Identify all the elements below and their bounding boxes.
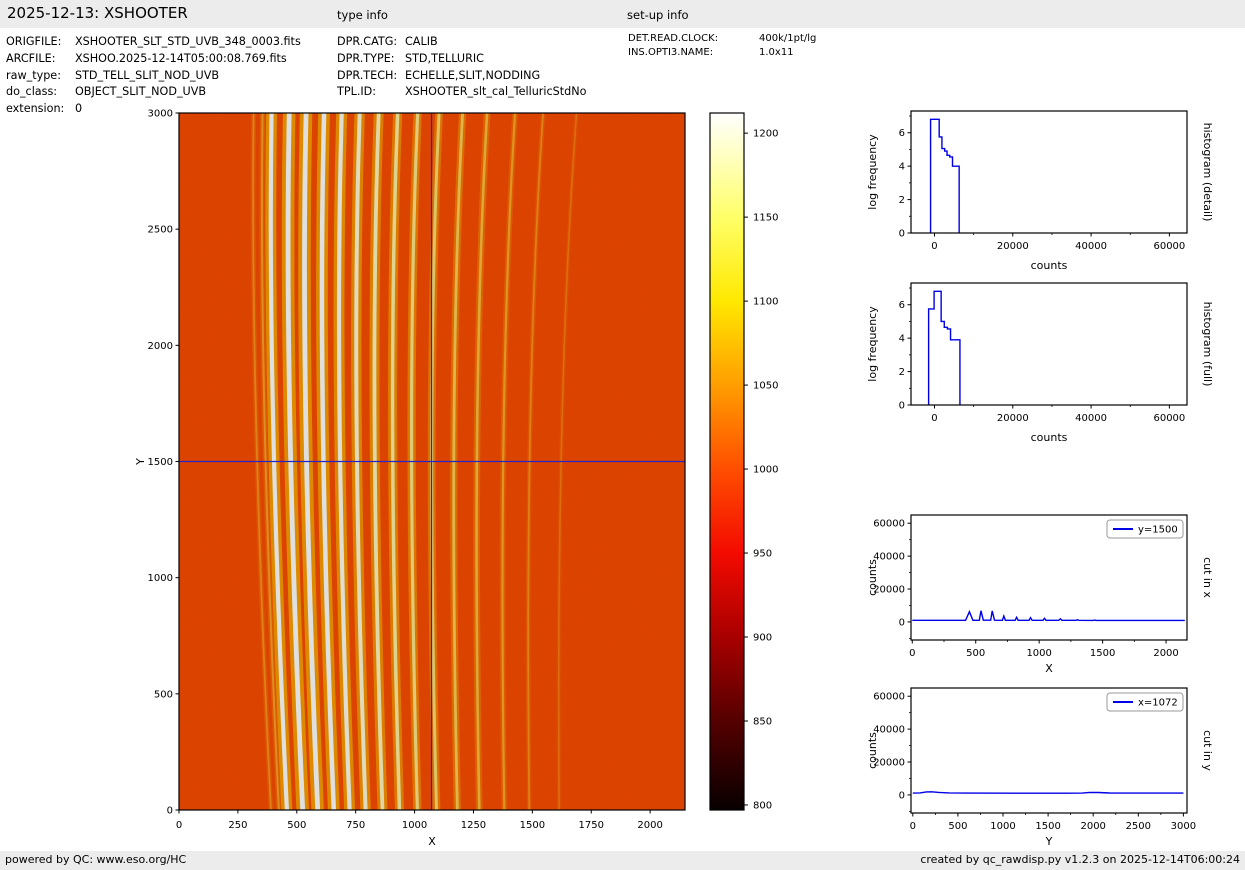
colorbar-tick-label: 900 <box>753 633 772 644</box>
x-tick-label: 0 <box>176 820 182 831</box>
x-tick-label: 2000 <box>1153 648 1178 659</box>
colorbar-tick-label: 1000 <box>753 465 778 476</box>
x-tick-label: 1000 <box>1026 648 1051 659</box>
axes: 0 500 1000 1500 2000 2500 30000200004000060000… <box>866 687 1214 848</box>
x-tick-label: 2500 <box>1126 821 1151 832</box>
x-axis-label: Y <box>1045 835 1053 848</box>
y-tick-label: 4 <box>899 162 905 173</box>
plot-border <box>910 110 1188 234</box>
axes: 0 500 1000 1500 20000200004000060000Xcounts c… <box>866 514 1214 675</box>
y-tick-label: 2500 <box>148 225 173 236</box>
y-tick-label: 2 <box>899 367 905 378</box>
y-axis-label: log frequency <box>866 306 879 382</box>
x-tick-label: 1500 <box>1035 821 1060 832</box>
right-axis-label: histogram (full) <box>1201 302 1214 387</box>
colorbar-tick-label: 1100 <box>753 297 778 308</box>
y-tick-label: 0 <box>899 229 905 240</box>
y-tick-label: 500 <box>154 689 173 700</box>
hist-detail-panel: 0 20000 40000 60000 0 2 4 6 counts log frequency h… <box>866 110 1214 272</box>
x-tick-label: 1000 <box>402 820 427 831</box>
colorbar-tick-label: 800 <box>753 800 772 811</box>
y-tick-label: 60000 <box>873 692 905 703</box>
axes: 0 20000 40000 60000 0 2 4 6 counts log frequency h… <box>866 110 1214 272</box>
x-axis-label: X <box>428 835 436 848</box>
x-tick-label: 0 <box>910 821 916 832</box>
x-tick-label: 40000 <box>1075 241 1107 252</box>
y-tick-label: 0 <box>899 617 905 628</box>
footer-right: created by qc_rawdisp.py v1.2.3 on 2025-… <box>920 853 1240 866</box>
histogram-line <box>927 290 961 405</box>
y-tick-label: 0 <box>167 806 173 817</box>
cut-line <box>912 609 1185 622</box>
x-tick-label: 1000 <box>990 821 1015 832</box>
plots-canvas: 0 250 500 750 1000 1250 1500 1750 20000500100015… <box>134 109 1214 849</box>
y-axis-label: counts <box>866 732 879 769</box>
y-tick-label: 4 <box>899 334 905 345</box>
y-tick-label: 0 <box>899 401 905 412</box>
y-tick-label: 3000 <box>148 109 173 120</box>
x-tick-label: 1250 <box>461 820 486 831</box>
hist-full-panel: 0 20000 40000 60000 0 2 4 6 counts log frequency h… <box>866 282 1214 444</box>
x-tick-label: 40000 <box>1075 413 1107 424</box>
colorbar-tick-label: 1050 <box>753 381 778 392</box>
y-tick-label: 1500 <box>148 457 173 468</box>
x-tick-label: 500 <box>287 820 306 831</box>
cut-line <box>912 791 1184 794</box>
x-tick-label: 0 <box>931 413 937 424</box>
x-tick-label: 2000 <box>637 820 662 831</box>
x-tick-label: 1500 <box>1090 648 1115 659</box>
x-tick-label: 20000 <box>997 413 1029 424</box>
right-axis-label: cut in x <box>1201 557 1214 598</box>
y-tick-label: 6 <box>899 300 905 311</box>
main-image-panel: 0 250 500 750 1000 1250 1500 1750 2000 0 500 1000 15… <box>134 109 686 848</box>
y-tick-label: 2 <box>899 195 905 206</box>
x-tick-label: 3000 <box>1171 821 1196 832</box>
x-tick-label: 750 <box>346 820 365 831</box>
qc-report-page: 2025-12-13: XSHOOTER type info set-up in… <box>0 0 1245 870</box>
x-tick-label: 250 <box>228 820 247 831</box>
colorbar-gradient <box>710 113 744 810</box>
right-axis-label: cut in y <box>1201 730 1214 771</box>
x-axis-label: counts <box>1031 431 1068 444</box>
colorbar-tick-label: 1200 <box>753 129 778 140</box>
plot-border <box>910 282 1188 406</box>
x-tick-label: 20000 <box>997 241 1029 252</box>
y-tick-label: 1000 <box>148 573 173 584</box>
x-tick-label: 0 <box>909 648 915 659</box>
x-axis-label: X <box>1045 662 1053 675</box>
x-tick-label: 0 <box>931 241 937 252</box>
x-tick-label: 500 <box>966 648 985 659</box>
legend-label: x=1072 <box>1138 698 1178 709</box>
y-tick-label: 2000 <box>148 341 173 352</box>
x-tick-label: 1750 <box>579 820 604 831</box>
y-axis-label: counts <box>866 559 879 596</box>
x-tick-label: 60000 <box>1153 413 1185 424</box>
axes: 0 20000 40000 60000 0 2 4 6 counts log frequency h… <box>866 282 1214 444</box>
cut-y-panel: 0 500 1000 1500 2000 2500 30000200004000060000… <box>866 687 1214 848</box>
x-tick-label: 2000 <box>1080 821 1105 832</box>
y-axis-label: Y <box>134 458 147 466</box>
legend-label: y=1500 <box>1138 525 1178 536</box>
footer-left: powered by QC: www.eso.org/HC <box>5 853 187 866</box>
y-tick-label: 6 <box>899 128 905 139</box>
colorbar-panel: 800 850 900 950 1000 1050 1100 1150 1200 <box>709 112 778 811</box>
cut-x-panel: 0 500 1000 1500 20000200004000060000Xcounts c… <box>866 514 1214 675</box>
colorbar-tick-label: 850 <box>753 716 772 727</box>
x-tick-label: 1500 <box>520 820 545 831</box>
y-tick-label: 0 <box>899 790 905 801</box>
y-axis-label: log frequency <box>866 134 879 210</box>
x-axis-label: counts <box>1031 259 1068 272</box>
x-tick-label: 60000 <box>1153 241 1185 252</box>
right-axis-label: histogram (detail) <box>1201 123 1214 222</box>
histogram-line <box>929 118 960 233</box>
y-tick-label: 60000 <box>873 519 905 530</box>
colorbar-tick-label: 950 <box>753 549 772 560</box>
x-tick-label: 500 <box>948 821 967 832</box>
footer-bar: powered by QC: www.eso.org/HC created by… <box>0 851 1245 870</box>
colorbar-tick-label: 1150 <box>753 213 778 224</box>
echelle-frame <box>179 113 685 810</box>
